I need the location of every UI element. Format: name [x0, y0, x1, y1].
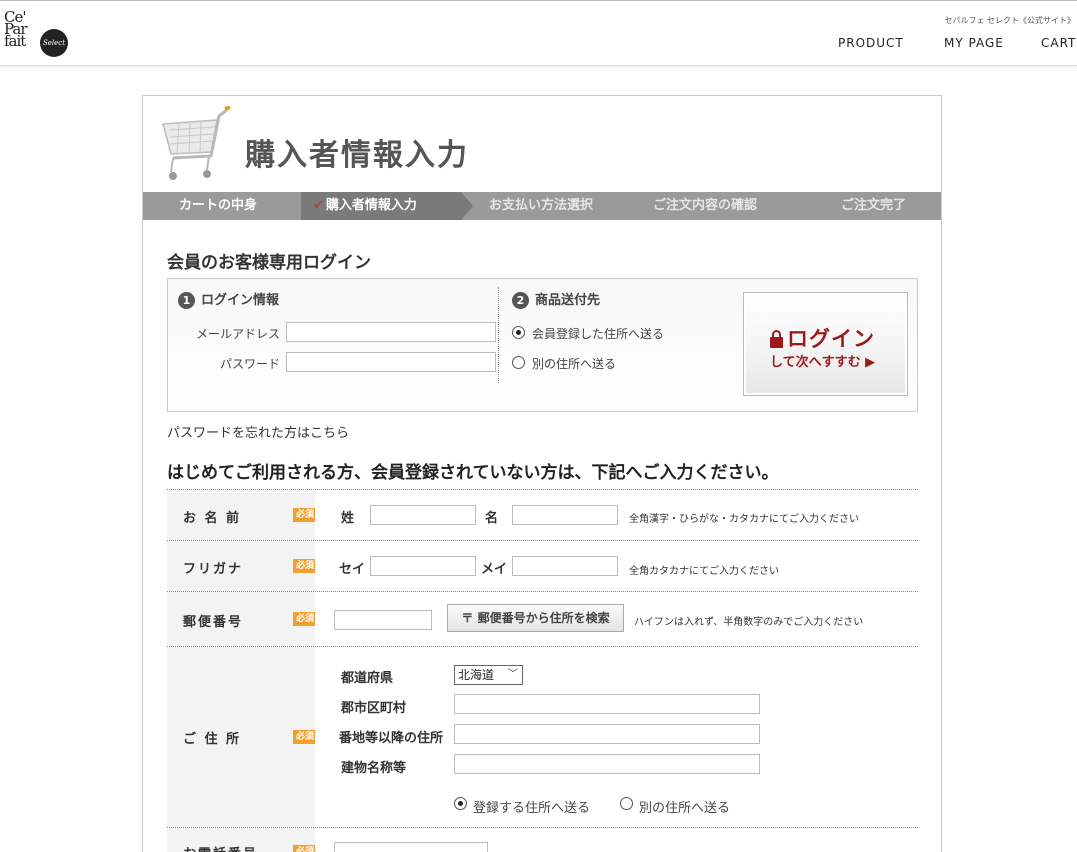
- furigana-row: フリガナ 必須 セイ メイ 全角カタカナにてご入力ください: [167, 540, 918, 591]
- prefecture-value: 北海道: [458, 668, 495, 682]
- logo-text: Ce' Par fait: [4, 8, 28, 50]
- address-ship-other-label[interactable]: 別の住所へ送る: [639, 797, 730, 816]
- last-kana-field[interactable]: [370, 556, 476, 576]
- furigana-label: フリガナ: [183, 562, 244, 577]
- zip-search-button[interactable]: 〒 郵便番号から住所を検索: [447, 604, 624, 632]
- prefecture-label: 都道府県: [341, 671, 394, 686]
- chevron-down-icon: ﹀: [508, 669, 518, 680]
- site-header: Ce' Par fait Select セパルフェ セレクト《公式サイト》 PR…: [0, 0, 1077, 66]
- nav-product[interactable]: PRODUCT: [838, 36, 904, 50]
- address-row: ご 住 所 必須 都道府県 北海道 ﹀ 郡市区町村 番地等以降の住所 建物名称等 …: [167, 646, 918, 827]
- city-label: 郡市区町村: [341, 701, 407, 716]
- login-next-button[interactable]: ログイン して次へすすむ ▶: [743, 292, 908, 396]
- furigana-row-head: フリガナ 必須: [167, 541, 315, 591]
- name-note: 全角漢字・ひらがな・カタカナにてご入力ください: [629, 514, 859, 525]
- address-row-head: ご 住 所 必須: [167, 647, 315, 827]
- phone-row-head: お電話番号 必須: [167, 828, 315, 852]
- street-label: 番地等以降の住所: [339, 731, 444, 746]
- login-info-title: 1 ログイン情報: [178, 289, 279, 309]
- login-divider: [498, 287, 499, 383]
- login-info-title-text: ログイン情報: [201, 293, 280, 308]
- phone-field[interactable]: [334, 842, 488, 852]
- address-label: ご 住 所: [183, 732, 242, 747]
- member-login-heading: 会員のお客様専用ログイン: [167, 253, 371, 273]
- step-order-complete: ご注文完了: [841, 198, 907, 213]
- required-badge: 必須: [293, 508, 315, 522]
- site-logo[interactable]: Ce' Par fait Select: [4, 8, 68, 59]
- ship-registered-radio[interactable]: [512, 326, 525, 339]
- street-field[interactable]: [454, 724, 760, 744]
- ship-destination-title: 2 商品送付先: [512, 289, 600, 309]
- last-kana-label: セイ: [339, 562, 366, 577]
- prefecture-select[interactable]: 北海道 ﹀: [454, 665, 523, 685]
- login-button-sub: して次へすすむ ▶: [770, 355, 876, 370]
- name-label: お 名 前: [183, 511, 242, 526]
- page-title: 購入者情報入力: [245, 138, 469, 173]
- login-button-main-text: ログイン: [787, 327, 875, 351]
- step-order-confirm: ご注文内容の確認: [653, 198, 758, 213]
- site-tagline: セパルフェ セレクト《公式サイト》: [944, 16, 1075, 25]
- password-label: パスワード: [219, 357, 280, 371]
- first-name-label: 名: [485, 511, 499, 526]
- first-kana-field[interactable]: [512, 556, 618, 576]
- zip-row-head: 郵便番号 必須: [167, 592, 315, 646]
- ship-registered-label[interactable]: 会員登録した住所へ送る: [532, 325, 664, 342]
- password-field[interactable]: [286, 352, 496, 372]
- step-buyer-info-label: 購入者情報入力: [325, 198, 417, 213]
- name-row-head: お 名 前 必須: [167, 490, 315, 540]
- zip-label: 郵便番号: [183, 615, 244, 630]
- step-payment-method: お支払い方法選択: [489, 198, 594, 213]
- checkout-steps: カートの中身 ✔ 購入者情報入力 お支払い方法選択 ご注文内容の確認 ご注文完了: [143, 192, 941, 220]
- lock-icon: [770, 330, 783, 348]
- phone-label: お電話番号: [183, 843, 258, 852]
- shopping-cart-icon: [162, 106, 231, 180]
- zip-field[interactable]: [334, 610, 432, 630]
- required-badge: 必須: [293, 612, 315, 626]
- last-name-field[interactable]: [370, 505, 476, 525]
- check-icon: ✔: [313, 198, 324, 213]
- zip-note: ハイフンは入れず、半角数字のみでご入力ください: [634, 617, 864, 628]
- login-button-main: ログイン: [770, 323, 875, 353]
- city-field[interactable]: [454, 694, 760, 714]
- required-badge: 必須: [293, 559, 315, 573]
- logo-badge: Select: [40, 29, 68, 57]
- phone-row: お電話番号 必須: [167, 827, 918, 852]
- building-field[interactable]: [454, 754, 760, 774]
- nav-cart[interactable]: CART: [1041, 36, 1076, 50]
- step-buyer-info: ✔ 購入者情報入力: [313, 192, 417, 220]
- member-login-box: 1 ログイン情報 メールアドレス パスワード 2 商品送付先 会員登録した住所へ送る…: [167, 278, 918, 412]
- ship-destination-title-text: 商品送付先: [535, 293, 601, 308]
- number-one-icon: 1: [178, 292, 195, 309]
- guest-form-heading: はじめてご利用される方、会員登録されていない方は、下記へご入力ください。: [167, 463, 779, 483]
- step-cart-contents: カートの中身: [179, 198, 258, 213]
- ship-other-label[interactable]: 別の住所へ送る: [532, 355, 616, 372]
- ship-other-radio[interactable]: [512, 356, 525, 369]
- furigana-note: 全角カタカナにてご入力ください: [629, 566, 779, 577]
- email-label: メールアドレス: [195, 327, 280, 341]
- address-ship-registered-radio[interactable]: [454, 797, 467, 810]
- first-kana-label: メイ: [481, 562, 508, 577]
- last-name-label: 姓: [341, 511, 355, 526]
- checkout-panel: 購入者情報入力 カートの中身 ✔ 購入者情報入力 お支払い方法選択 ご注文内容の確…: [142, 95, 942, 852]
- first-name-field[interactable]: [512, 505, 618, 525]
- address-ship-other-radio[interactable]: [620, 797, 633, 810]
- forgot-password-link[interactable]: パスワードを忘れた方はこちら: [167, 422, 349, 441]
- nav-my-page[interactable]: MY PAGE: [944, 36, 1004, 50]
- building-label: 建物名称等: [341, 761, 407, 776]
- required-badge: 必須: [293, 730, 315, 744]
- name-row: お 名 前 必須 姓 名 全角漢字・ひらがな・カタカナにてご入力ください: [167, 489, 918, 540]
- number-two-icon: 2: [512, 292, 529, 309]
- email-field[interactable]: [286, 322, 496, 342]
- required-badge: 必須: [293, 845, 315, 852]
- zip-row: 郵便番号 必須 〒 郵便番号から住所を検索 ハイフンは入れず、半角数字のみでご入…: [167, 591, 918, 646]
- address-ship-registered-label[interactable]: 登録する住所へ送る: [473, 797, 590, 816]
